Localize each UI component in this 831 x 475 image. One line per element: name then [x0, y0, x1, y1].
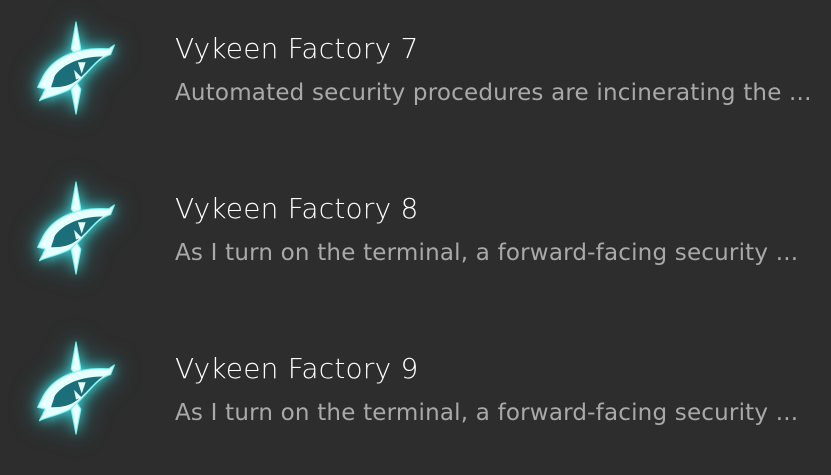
- vykeen-sentinel-eye-icon: [28, 340, 124, 436]
- entry-title: Vykeen Factory 9: [175, 352, 419, 385]
- vykeen-sentinel-eye-icon: [28, 180, 124, 276]
- entry-snippet: As I turn on the terminal, a forward-fac…: [175, 240, 799, 266]
- log-entry[interactable]: Vykeen Factory 7 Automated security proc…: [0, 0, 831, 150]
- log-entry[interactable]: Vykeen Factory 9 As I turn on the termin…: [0, 320, 831, 470]
- log-entry-list: Vykeen Factory 7 Automated security proc…: [0, 0, 831, 475]
- log-entry[interactable]: Vykeen Factory 8 As I turn on the termin…: [0, 160, 831, 310]
- entry-title: Vykeen Factory 8: [175, 192, 419, 225]
- vykeen-sentinel-eye-icon: [28, 20, 124, 116]
- entry-snippet: Automated security procedures are incine…: [175, 80, 812, 106]
- entry-title: Vykeen Factory 7: [175, 32, 419, 65]
- entry-snippet: As I turn on the terminal, a forward-fac…: [175, 400, 799, 426]
